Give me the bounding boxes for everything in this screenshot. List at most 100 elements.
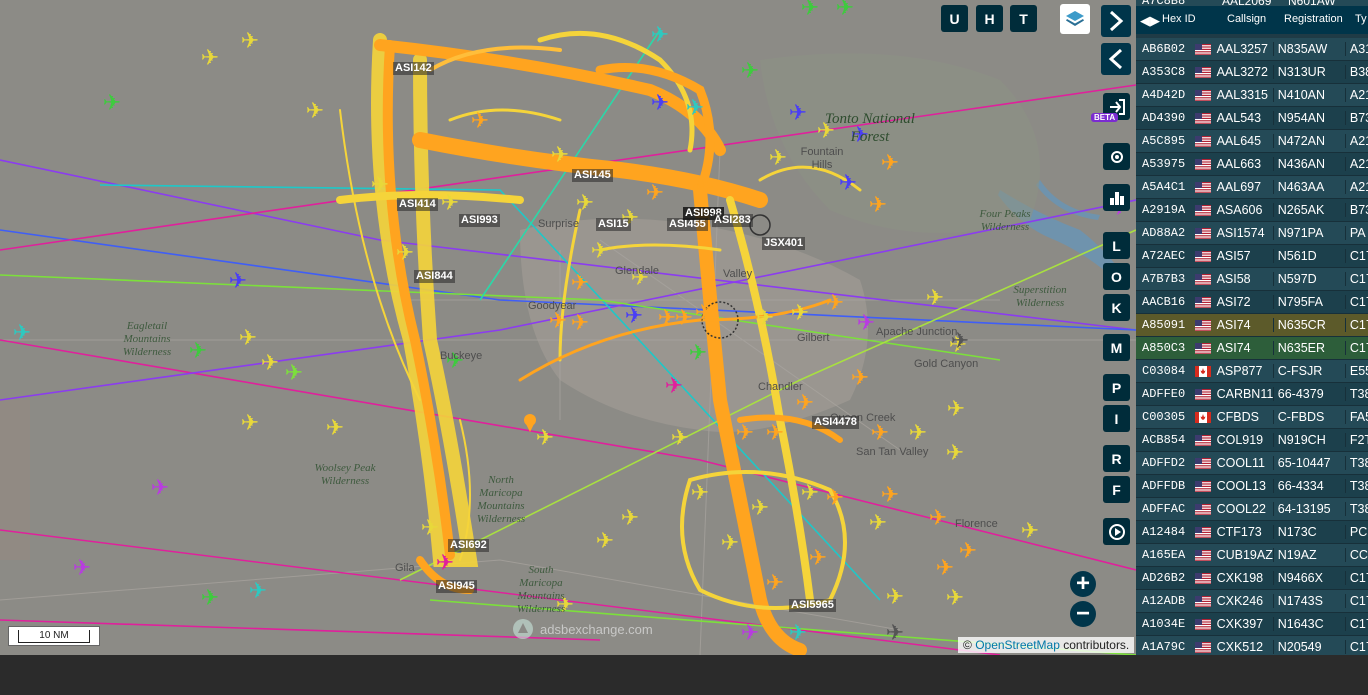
aircraft-label[interactable]: ASI692 — [448, 539, 489, 552]
table-row[interactable]: A850C3 ASI74 N635ERC17 — [1136, 337, 1368, 360]
aircraft-table-panel[interactable]: A7C8B8 AAL2069 N601AW ◀▶ Hex ID Callsign… — [1136, 0, 1368, 655]
toggle-r-button[interactable]: R — [1103, 445, 1130, 472]
toggle-o-button[interactable]: O — [1103, 263, 1130, 290]
table-row[interactable]: A353C8 AAL3272N313URB38 — [1136, 61, 1368, 84]
cell-callsign: CXK198 — [1216, 571, 1264, 585]
map-view[interactable]: ✈ ✈ ✈ ✈ ✈ ✈ ✈ ✈ ✈ ✈ ✈ ✈ ✈ ✈ ✈ ✈ ✈ ✈ ✈ ✈ … — [0, 0, 1136, 655]
table-row[interactable]: ACB854 COL919 N919CHF2T — [1136, 429, 1368, 452]
place-four-peaks: Four Peaks Wilderness — [979, 208, 1031, 233]
aircraft-label[interactable]: ASI5965 — [789, 599, 836, 612]
svg-text:✈: ✈ — [239, 326, 257, 351]
table-row[interactable]: A12ADB CXK246 N1743SC17 — [1136, 590, 1368, 613]
table-row[interactable]: A165EA CUB19AZ N19AZ CC — [1136, 544, 1368, 567]
osm-link[interactable]: OpenStreetMap — [975, 638, 1060, 652]
aircraft-label[interactable]: ASI15 — [596, 218, 631, 231]
aircraft-label[interactable]: ASI945 — [436, 580, 477, 593]
aircraft-label[interactable]: ASI4478 — [812, 416, 859, 429]
cell-callsign: AAL645 — [1216, 134, 1262, 148]
aircraft-label[interactable]: ASI844 — [414, 270, 455, 283]
table-row[interactable]: A1A79C CXK512 N20549C17 — [1136, 636, 1368, 655]
table-row[interactable]: A5A4C1 AAL697 N463AAA21 — [1136, 176, 1368, 199]
aircraft-label[interactable]: ASI993 — [459, 214, 500, 227]
zoom-in-button[interactable]: + — [1070, 571, 1096, 597]
toggle-p-button[interactable]: P — [1103, 374, 1130, 401]
cell-callsign: ASI58 — [1216, 272, 1251, 286]
cell-registration: N410AN — [1272, 88, 1345, 102]
flag-usa-icon — [1194, 43, 1211, 55]
col-callsign-header[interactable]: Callsign — [1227, 13, 1266, 25]
table-row[interactable]: AD88A2 ASI1574 N971PA PA — [1136, 222, 1368, 245]
table-row[interactable]: A4D42D AAL3315N410ANA21 — [1136, 84, 1368, 107]
sort-arrows-icon[interactable]: ◀▶ — [1140, 13, 1160, 29]
cell-registration: N561D — [1272, 249, 1345, 263]
table-row[interactable]: AACB16 ASI72 N795FAC17 — [1136, 291, 1368, 314]
layers-button[interactable] — [1060, 4, 1090, 34]
aircraft-label[interactable]: JSX401 — [762, 237, 806, 250]
flag-usa-icon — [1194, 204, 1211, 216]
table-row[interactable]: C00305 CFBDS C-FBDSFA5 — [1136, 406, 1368, 429]
layers-icon — [1066, 11, 1084, 26]
table-row[interactable]: A12484 CTF173 N173C PC — [1136, 521, 1368, 544]
toggle-k-button[interactable]: K — [1103, 294, 1130, 321]
cell-hex: A53975 — [1142, 157, 1186, 171]
col-registration-header[interactable]: Registration — [1284, 13, 1343, 25]
flag-usa-icon — [1194, 89, 1211, 101]
svg-text:✈: ✈ — [665, 374, 683, 399]
place-gila-bend: Gila — [395, 562, 415, 574]
cell-registration: N20549 — [1272, 640, 1345, 654]
toggle-m-button[interactable]: M — [1103, 334, 1130, 361]
stats-button[interactable] — [1103, 184, 1130, 211]
bottom-bar — [0, 655, 1368, 695]
svg-text:✈: ✈ — [801, 481, 819, 506]
aircraft-label[interactable]: ASI145 — [572, 169, 613, 182]
col-type-header[interactable]: Ty — [1355, 13, 1367, 25]
settings-button[interactable] — [1103, 143, 1130, 170]
aircraft-label[interactable]: ASI283 — [712, 214, 753, 227]
table-row[interactable]: ADFFAC COOL22 64-13195T38 — [1136, 498, 1368, 521]
table-row[interactable]: AB6B02 AAL3257N835AWA319 — [1136, 38, 1368, 61]
expand-panel-button[interactable] — [1101, 5, 1131, 37]
table-row[interactable]: A85091 ASI74 N635CRC17 — [1136, 314, 1368, 337]
svg-text:✈: ✈ — [658, 306, 676, 331]
collapse-panel-button[interactable] — [1101, 43, 1131, 75]
toggle-u-button[interactable]: U — [941, 5, 968, 32]
cell-registration: C-FBDS — [1272, 410, 1345, 424]
table-row[interactable]: A7B7B3 ASI58 N597DC17 — [1136, 268, 1368, 291]
cell-hex: ACB854 — [1142, 433, 1186, 447]
aircraft-label[interactable]: ASI142 — [393, 62, 434, 75]
table-row[interactable]: ADFFDB COOL13 66-4334T38 — [1136, 475, 1368, 498]
toggle-i-button[interactable]: I — [1103, 405, 1130, 432]
toggle-t-button[interactable]: T — [1010, 5, 1037, 32]
table-row[interactable]: ADFFD2 COOL11 65-10447T38 — [1136, 452, 1368, 475]
cell-registration: N954AN — [1272, 111, 1345, 125]
zoom-out-button[interactable]: − — [1070, 601, 1096, 627]
svg-text:✈: ✈ — [471, 109, 489, 134]
table-row[interactable]: A53975 AAL663 N436ANA21 — [1136, 153, 1368, 176]
table-row[interactable]: AD4390 AAL543 N954ANB73 — [1136, 107, 1368, 130]
table-row[interactable]: C03084 ASP877 C-FSJRE55 — [1136, 360, 1368, 383]
cell-type: B73 — [1344, 111, 1368, 125]
aircraft-label[interactable]: ASI414 — [397, 198, 438, 211]
table-row[interactable]: AD26B2 CXK198 N9466XC17 — [1136, 567, 1368, 590]
flag-usa-icon — [1194, 319, 1211, 331]
table-row[interactable]: A1034E CXK397 N1643CC17 — [1136, 613, 1368, 636]
replay-button[interactable] — [1103, 518, 1130, 545]
toggle-h-button[interactable]: H — [976, 5, 1003, 32]
cell-registration: N19AZ — [1272, 548, 1345, 562]
toggle-f-button[interactable]: F — [1103, 476, 1130, 503]
svg-text:✈: ✈ — [326, 416, 344, 441]
svg-text:✈: ✈ — [789, 621, 807, 646]
cell-registration: N173C — [1272, 525, 1345, 539]
table-row[interactable]: A5C895 AAL645 N472ANA21 — [1136, 130, 1368, 153]
col-hex-header[interactable]: Hex ID — [1162, 13, 1196, 25]
table-row[interactable]: A2919A ASA606 N265AKB73 — [1136, 199, 1368, 222]
table-row[interactable]: ADFFE0 CARBN1166-4379T38 — [1136, 383, 1368, 406]
svg-text:✈: ✈ — [261, 351, 279, 376]
cell-registration: N436AN — [1272, 157, 1345, 171]
svg-text:✈: ✈ — [241, 411, 259, 436]
svg-text:✈: ✈ — [851, 366, 869, 391]
table-row[interactable]: A72AEC ASI57 N561DC17 — [1136, 245, 1368, 268]
toggle-l-button[interactable]: L — [1103, 232, 1130, 259]
cell-hex: ADFFDB — [1142, 479, 1186, 493]
cell-flag — [1194, 43, 1211, 55]
